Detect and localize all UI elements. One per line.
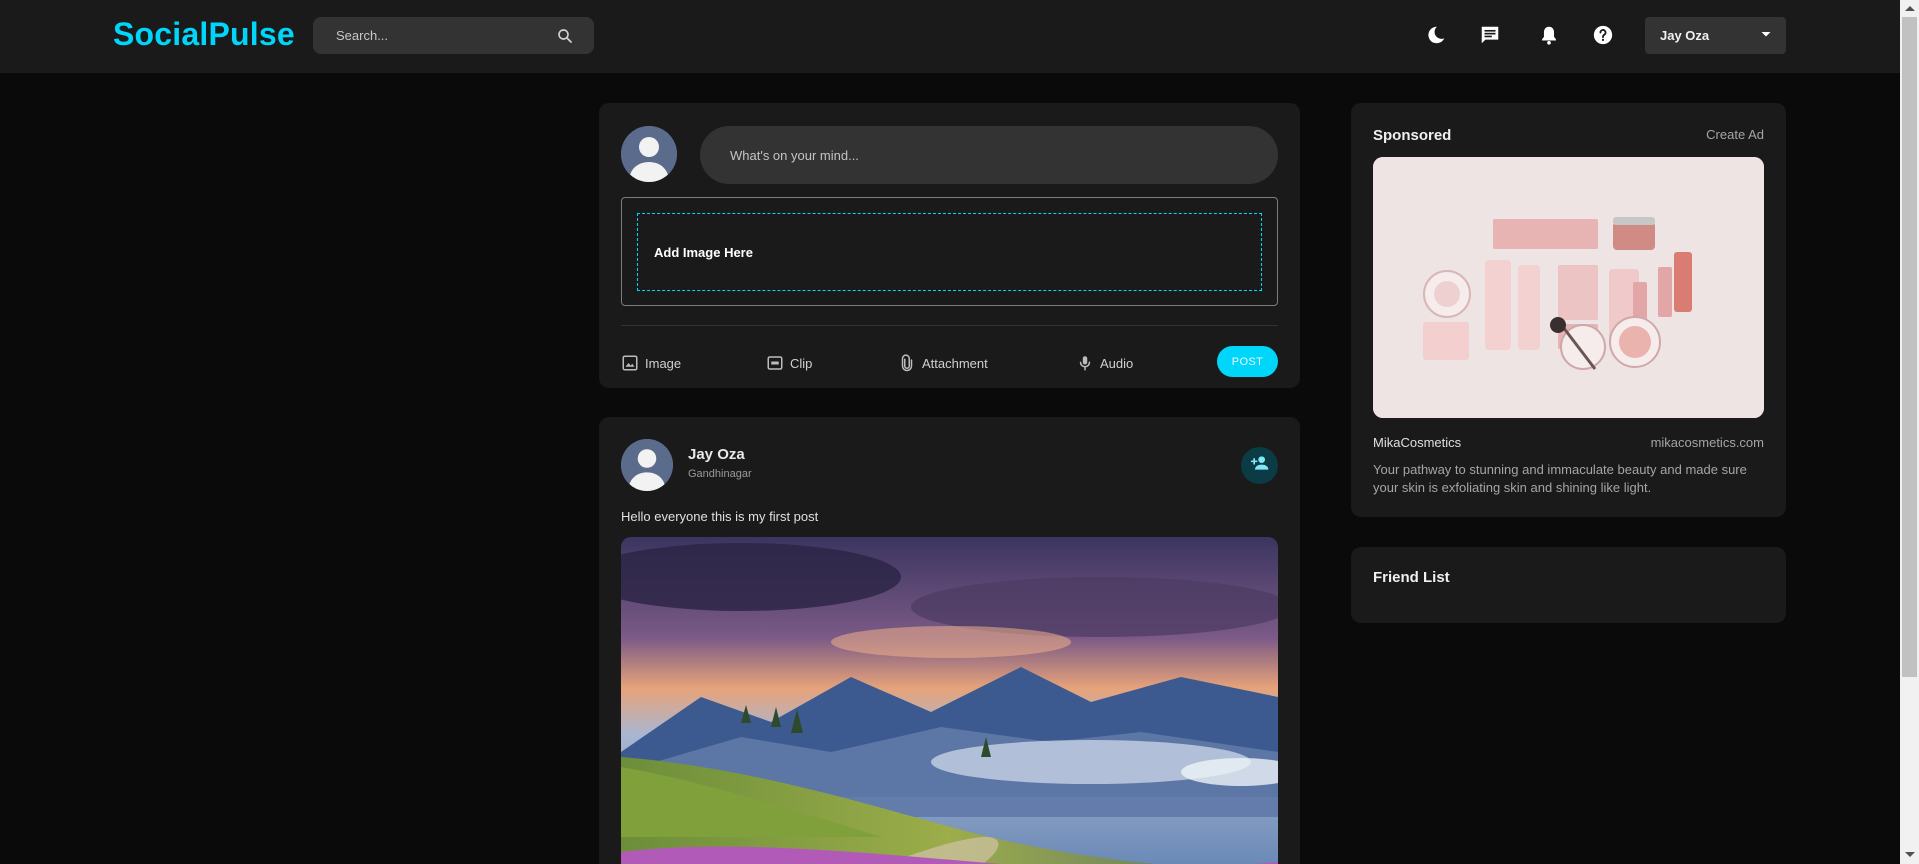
create-ad-link[interactable]: Create Ad xyxy=(1706,127,1764,142)
attachment-action-label: Attachment xyxy=(922,355,988,371)
scrollbar-thumb[interactable] xyxy=(1902,17,1917,677)
post-image[interactable] xyxy=(621,537,1278,864)
friend-list-title: Friend List xyxy=(1373,569,1450,586)
image-action[interactable]: Image xyxy=(621,350,681,376)
post-button[interactable]: POST xyxy=(1217,346,1278,377)
scroll-down-arrow-icon[interactable] xyxy=(1905,852,1915,857)
chevron-down-icon xyxy=(1760,27,1772,45)
dark-mode-icon[interactable] xyxy=(1423,22,1449,48)
post-composer: Add Image Here Image Clip Attachment Aud… xyxy=(599,103,1300,388)
brand-logo[interactable]: SocialPulse xyxy=(113,16,295,53)
notification-icon[interactable] xyxy=(1536,22,1562,48)
sponsored-card: Sponsored Create Ad MikaCosmetics mikaco… xyxy=(1351,103,1786,517)
clip-action-label: Clip xyxy=(790,355,813,371)
feed-post: Jay Oza Gandhinagar Hello everyone this … xyxy=(599,417,1300,864)
audio-action-label: Audio xyxy=(1100,355,1134,371)
image-dropzone[interactable]: Add Image Here xyxy=(637,213,1262,291)
search-box[interactable] xyxy=(313,17,594,54)
image-icon xyxy=(621,354,639,372)
user-menu-name: Jay Oza xyxy=(1660,28,1710,43)
divider xyxy=(621,325,1278,326)
whats-on-your-mind-input[interactable] xyxy=(700,126,1278,184)
post-author-location: Gandhinagar xyxy=(688,468,752,480)
clip-action[interactable]: Clip xyxy=(766,350,812,376)
microphone-icon xyxy=(1076,354,1094,372)
post-author-avatar[interactable] xyxy=(621,439,673,491)
post-text: Hello everyone this is my first post xyxy=(621,509,819,524)
ad-brand-name[interactable]: MikaCosmetics xyxy=(1373,435,1461,450)
gif-icon xyxy=(766,354,784,372)
person-add-icon xyxy=(1250,453,1270,478)
page-scrollbar[interactable] xyxy=(1900,0,1919,864)
attachment-action[interactable]: Attachment xyxy=(898,350,988,376)
audio-action[interactable]: Audio xyxy=(1076,350,1133,376)
help-icon[interactable] xyxy=(1590,22,1616,48)
dropzone-label: Add Image Here xyxy=(654,244,753,260)
ad-image[interactable] xyxy=(1373,157,1764,418)
search-input[interactable] xyxy=(336,28,556,43)
message-icon[interactable] xyxy=(1477,22,1503,48)
image-action-label: Image xyxy=(645,355,682,371)
top-navbar: SocialPulse Jay Oza xyxy=(0,0,1900,73)
attachment-icon xyxy=(898,354,916,372)
add-friend-button[interactable] xyxy=(1241,447,1278,484)
scroll-up-arrow-icon[interactable] xyxy=(1905,6,1915,11)
ad-description: Your pathway to stunning and immaculate … xyxy=(1373,462,1747,495)
image-dropzone-container: Add Image Here xyxy=(621,197,1278,306)
avatar[interactable] xyxy=(621,126,677,182)
search-icon[interactable] xyxy=(556,27,574,45)
user-menu-dropdown[interactable]: Jay Oza xyxy=(1645,17,1786,54)
ad-url[interactable]: mikacosmetics.com xyxy=(1651,435,1764,450)
post-author-name[interactable]: Jay Oza xyxy=(688,446,745,463)
sponsored-title: Sponsored xyxy=(1373,127,1452,144)
friend-list-card: Friend List xyxy=(1351,547,1786,623)
